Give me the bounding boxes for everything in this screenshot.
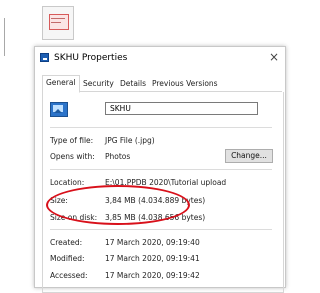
divider xyxy=(50,127,272,128)
highlight-ellipse xyxy=(46,185,190,225)
tab-security[interactable]: Security xyxy=(80,77,117,91)
background-divider xyxy=(4,18,5,56)
tab-bar: General Security Details Previous Versio… xyxy=(42,75,282,93)
file-name-input[interactable]: SKHU xyxy=(105,102,258,115)
opens-with-label: Opens with: xyxy=(50,152,95,161)
thumbnail-text-line xyxy=(51,18,65,19)
opens-with-value: Photos xyxy=(105,152,131,161)
thumbnail-text-line xyxy=(51,22,61,23)
tab-previous-versions[interactable]: Previous Versions xyxy=(149,77,221,91)
close-icon[interactable]: × xyxy=(269,50,279,64)
accessed-value: 17 March 2020, 09:19:42 xyxy=(105,271,200,280)
tab-details[interactable]: Details xyxy=(117,77,149,91)
tab-general[interactable]: General xyxy=(42,75,80,93)
type-of-file-value: JPG File (.jpg) xyxy=(105,136,155,145)
dialog-title: SKHU Properties xyxy=(54,53,128,63)
file-thumbnail[interactable] xyxy=(42,6,74,40)
type-of-file-label: Type of file: xyxy=(50,136,94,145)
location-label: Location: xyxy=(50,178,85,187)
divider xyxy=(50,229,272,230)
properties-icon xyxy=(40,53,49,62)
modified-value: 17 March 2020, 09:19:41 xyxy=(105,254,200,263)
dialog-titlebar[interactable]: SKHU Properties × xyxy=(35,47,285,69)
properties-dialog: SKHU Properties × General Security Detai… xyxy=(34,46,286,293)
created-value: 17 March 2020, 09:19:40 xyxy=(105,238,200,247)
accessed-label: Accessed: xyxy=(50,271,88,280)
modified-label: Modified: xyxy=(50,254,85,263)
divider xyxy=(50,169,272,170)
image-file-icon xyxy=(50,100,68,118)
change-button[interactable]: Change... xyxy=(225,149,273,163)
created-label: Created: xyxy=(50,238,83,247)
